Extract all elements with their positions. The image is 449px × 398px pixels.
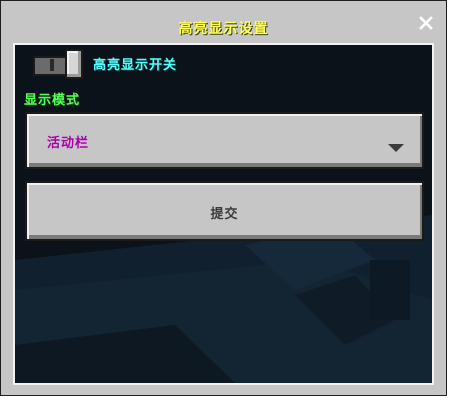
close-icon[interactable]: [417, 14, 435, 32]
toggle-on-mark: [50, 59, 54, 71]
highlight-settings-dialog: 高亮显示设置 高亮显示开关 显示模式 活动栏 提交: [0, 0, 447, 396]
chevron-down-icon[interactable]: [388, 138, 404, 152]
highlight-toggle[interactable]: [31, 49, 83, 79]
settings-panel: 高亮显示开关 显示模式 活动栏 提交: [13, 43, 434, 385]
highlight-toggle-label: 高亮显示开关: [93, 58, 178, 73]
display-mode-value: 活动栏: [47, 136, 90, 151]
submit-button-label: 提交: [210, 207, 239, 222]
display-mode-dropdown[interactable]: 活动栏: [25, 112, 424, 169]
dialog-title: 高亮显示设置: [178, 21, 269, 37]
dialog-titlebar: 高亮显示设置: [2, 2, 445, 42]
display-mode-label: 显示模式: [24, 93, 81, 108]
toggle-knob[interactable]: [65, 49, 83, 79]
submit-button[interactable]: 提交: [25, 181, 424, 241]
